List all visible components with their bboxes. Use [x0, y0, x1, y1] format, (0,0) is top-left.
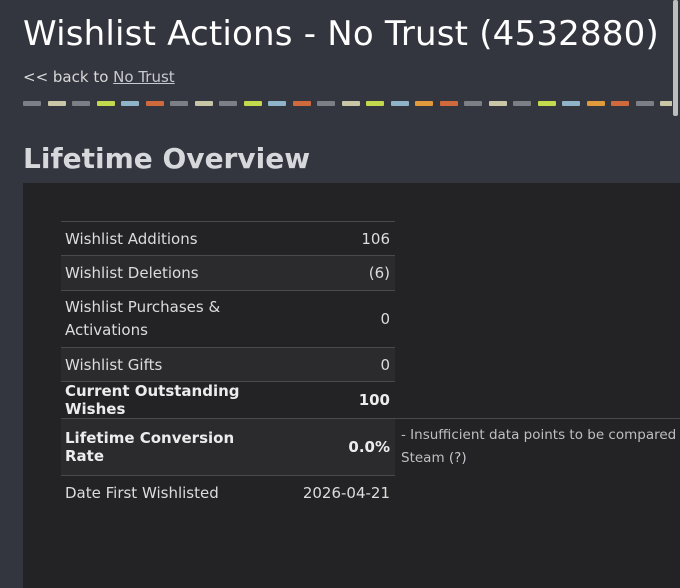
lifetime-overview-panel: Wishlist Additions 106 Wishlist Deletion… — [23, 183, 680, 588]
stat-label: Date First Wishlisted — [61, 475, 279, 510]
divider-dash — [341, 101, 360, 106]
page-title: Wishlist Actions - No Trust (4532880) — [23, 14, 659, 54]
conversion-note-text: - Insufficient data points to be compare… — [401, 427, 677, 443]
help-link[interactable]: (?) — [449, 450, 467, 466]
stat-label: Lifetime Conversion Rate — [61, 418, 279, 476]
back-prefix: << back to — [23, 68, 114, 86]
divider-dash — [219, 101, 237, 106]
stats-row-purchases: Wishlist Purchases & Activations 0 — [61, 290, 395, 348]
divider-dash — [366, 101, 384, 106]
conversion-note-line2: Steam (?) — [401, 447, 680, 470]
stat-value: 0.0% — [279, 418, 395, 476]
conversion-note: - Insufficient data points to be compare… — [395, 418, 680, 474]
divider-dash — [537, 101, 556, 106]
divider-dash — [268, 101, 286, 106]
divider-dash — [145, 101, 164, 106]
stat-value: 100 — [279, 381, 395, 419]
stat-value: (6) — [279, 255, 395, 291]
stat-value: 106 — [279, 221, 395, 256]
stats-row-deletions: Wishlist Deletions (6) — [61, 255, 395, 291]
stats-row-outstanding: Current Outstanding Wishes 100 — [61, 381, 395, 419]
divider-dash — [23, 101, 41, 106]
divider-dash — [194, 101, 213, 106]
divider-dash — [47, 101, 66, 106]
divider-dash — [121, 101, 139, 106]
conversion-note-steam: Steam — [401, 450, 449, 466]
divider-dash — [415, 101, 433, 106]
divider-dash — [562, 101, 580, 106]
back-link-row: << back to No Trust — [23, 68, 175, 86]
divider-dash — [464, 101, 482, 106]
divider-dash — [439, 101, 458, 106]
divider-dash — [170, 101, 188, 106]
divider-dash — [243, 101, 262, 106]
divider-dash — [96, 101, 115, 106]
stat-label: Wishlist Deletions — [61, 255, 279, 291]
section-heading-lifetime-overview: Lifetime Overview — [23, 142, 311, 175]
stat-value: 2026-04-21 — [279, 475, 395, 510]
dashed-color-divider — [23, 101, 680, 107]
scrollbar-thumb[interactable] — [673, 0, 678, 116]
stat-label: Wishlist Purchases & Activations — [61, 290, 279, 348]
divider-dash — [513, 101, 531, 106]
divider-dash — [72, 101, 90, 106]
stats-row-first-wishlisted: Date First Wishlisted 2026-04-21 — [61, 475, 395, 510]
stats-row-conversion: Lifetime Conversion Rate 0.0% — [61, 418, 395, 476]
divider-dash — [635, 101, 654, 106]
stat-value: 0 — [279, 290, 395, 348]
divider-dash — [611, 101, 629, 106]
stats-table: Wishlist Additions 106 Wishlist Deletion… — [61, 221, 395, 510]
stat-label: Wishlist Additions — [61, 221, 279, 256]
divider-dash — [488, 101, 507, 106]
divider-dash — [390, 101, 409, 106]
divider-dash — [586, 101, 605, 106]
stat-value: 0 — [279, 347, 395, 382]
stats-row-gifts: Wishlist Gifts 0 — [61, 347, 395, 382]
back-to-no-trust-link[interactable]: No Trust — [113, 68, 175, 86]
divider-dash — [292, 101, 311, 106]
stats-row-additions: Wishlist Additions 106 — [61, 221, 395, 256]
divider-dash — [317, 101, 335, 106]
stat-label: Current Outstanding Wishes — [61, 381, 279, 419]
stat-label: Wishlist Gifts — [61, 347, 279, 382]
